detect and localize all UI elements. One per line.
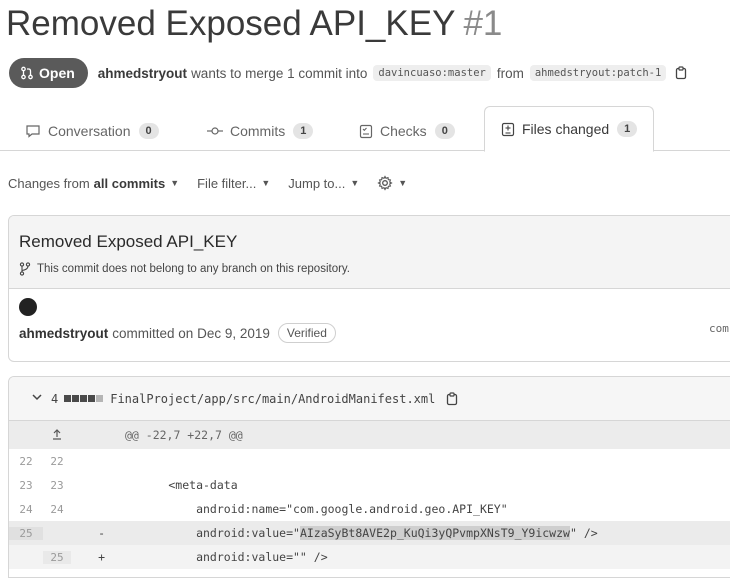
diff-line: 22 22 [9,449,730,473]
diff-line-added: 25 + android:value="" /> [9,545,730,569]
tab-label: Files changed [522,121,610,137]
gear-icon [377,175,393,191]
pr-title-row: Removed Exposed API_KEY #1 [6,4,502,44]
new-line-number[interactable]: 22 [43,455,71,468]
settings-dropdown[interactable]: ▼ [377,175,407,191]
file-diff: 4 FinalProject/app/src/main/AndroidManif… [8,376,730,578]
new-line-number[interactable]: 23 [43,479,71,492]
chevron-down-icon: ▼ [170,178,180,188]
jump-to-dropdown[interactable]: Jump to... ▼ [288,176,359,191]
change-count: 4 [51,391,59,406]
diff-line-deleted: 25 - android:value="AIzaSyBt8AVE2p_KuQi3… [9,521,730,545]
pr-title: Removed Exposed API_KEY [6,4,456,43]
checklist-icon [359,124,373,138]
copy-icon[interactable] [674,66,688,80]
tab-counter: 1 [617,121,638,137]
diff-code: android:value="" /> [113,550,328,564]
comment-icon [26,125,40,138]
commit-note: This commit does not belong to any branc… [19,262,350,276]
changes-prefix: Changes from [8,175,90,191]
removed-api-key: AIzaSyBt8AVE2p_KuQi3yQPvmpXNsT9_Y9icwzw [299,526,570,540]
changes-from-dropdown[interactable]: Changes from all commits ▼ [8,176,179,191]
merge-text: wants to merge 1 commit into [191,65,368,81]
changes-value: all commits [93,175,166,191]
diff-sign: + [98,550,105,564]
tab-files-changed[interactable]: Files changed 1 [484,106,655,152]
avatar[interactable] [19,298,37,316]
diff-line: 24 24 android:name="com.google.android.g… [9,497,730,521]
chevron-down-icon: ▼ [261,178,271,188]
tab-counter: 0 [138,123,159,139]
from-text: from [496,65,524,81]
commit-note-text: This commit does not belong to any branc… [37,263,351,275]
tab-counter: 0 [434,123,455,139]
tab-label: Checks [380,123,427,139]
diff-code: <meta-data [113,478,238,492]
old-line-number[interactable]: 22 [9,455,43,468]
commit-header [9,216,730,289]
diff-sign: - [98,526,105,540]
expand-up-icon[interactable] [9,427,105,444]
tab-conversation[interactable]: Conversation 0 [25,112,159,150]
tab-commits[interactable]: Commits 1 [207,112,314,150]
diff-code: android:name="com.google.android.geo.API… [113,502,508,516]
verified-badge[interactable]: Verified [277,323,336,343]
state-label: Open [39,65,75,81]
old-line-number[interactable]: 25 [9,526,43,540]
pr-number: #1 [463,4,503,43]
jump-to-label: Jump to... [288,175,346,191]
file-filter-dropdown[interactable]: File filter... ▼ [197,176,270,191]
commit-date: committed on Dec 9, 2019 [112,325,270,341]
pr-state-row: Open ahmedstryout wants to merge 1 commi… [9,57,688,89]
base-ref[interactable]: davincuaso:master [373,65,491,81]
hunk-header: @@ -22,7 +22,7 @@ [125,428,243,442]
file-path[interactable]: FinalProject/app/src/main/AndroidManifes… [110,392,435,406]
branch-icon [19,262,31,276]
commit-meta: ahmedstryout committed on Dec 9, 2019 Ve… [19,323,336,343]
old-line-number[interactable]: 23 [9,479,43,492]
tab-label: Conversation [48,123,131,139]
diff-icon [501,122,515,136]
diff-toolbar: Changes from all commits ▼ File filter... ▼… [8,175,425,191]
commit-sha-partial[interactable]: com [709,322,729,335]
diff-line: 23 23 <meta-data [9,473,730,497]
diff-code: android:value="AIzaSyBt8AVE2p_KuQi3yQPvm… [113,526,598,540]
commit-box: Removed Exposed API_KEY This commit does… [8,215,730,362]
chevron-down-icon: ▼ [398,178,408,188]
new-line-number[interactable]: 24 [43,503,71,516]
tab-counter: 1 [293,123,314,139]
tab-label: Commits [230,123,286,139]
copy-icon[interactable] [445,391,459,406]
new-line-number[interactable]: 25 [43,550,71,564]
diffstat-bars [64,395,104,402]
commit-title: Removed Exposed API_KEY [19,232,238,251]
commit-icon [207,127,223,135]
file-filter-label: File filter... [197,175,257,191]
chevron-down-icon: ▼ [350,178,360,188]
collapse-chevron-icon[interactable] [31,391,43,406]
file-header: 4 FinalProject/app/src/main/AndroidManif… [9,377,730,421]
tab-checks[interactable]: Checks 0 [359,112,455,150]
code-after: " /> [569,526,598,540]
old-line-number[interactable]: 24 [9,503,43,516]
pr-author-link[interactable]: ahmedstryout [98,66,187,81]
head-ref[interactable]: ahmedstryout:patch-1 [529,65,667,81]
code-before: android:value=" [113,526,300,540]
commit-author-link[interactable]: ahmedstryout [19,326,108,341]
state-badge: Open [9,58,88,88]
pull-request-icon [21,66,33,80]
hunk-header-row: @@ -22,7 +22,7 @@ [9,421,730,449]
